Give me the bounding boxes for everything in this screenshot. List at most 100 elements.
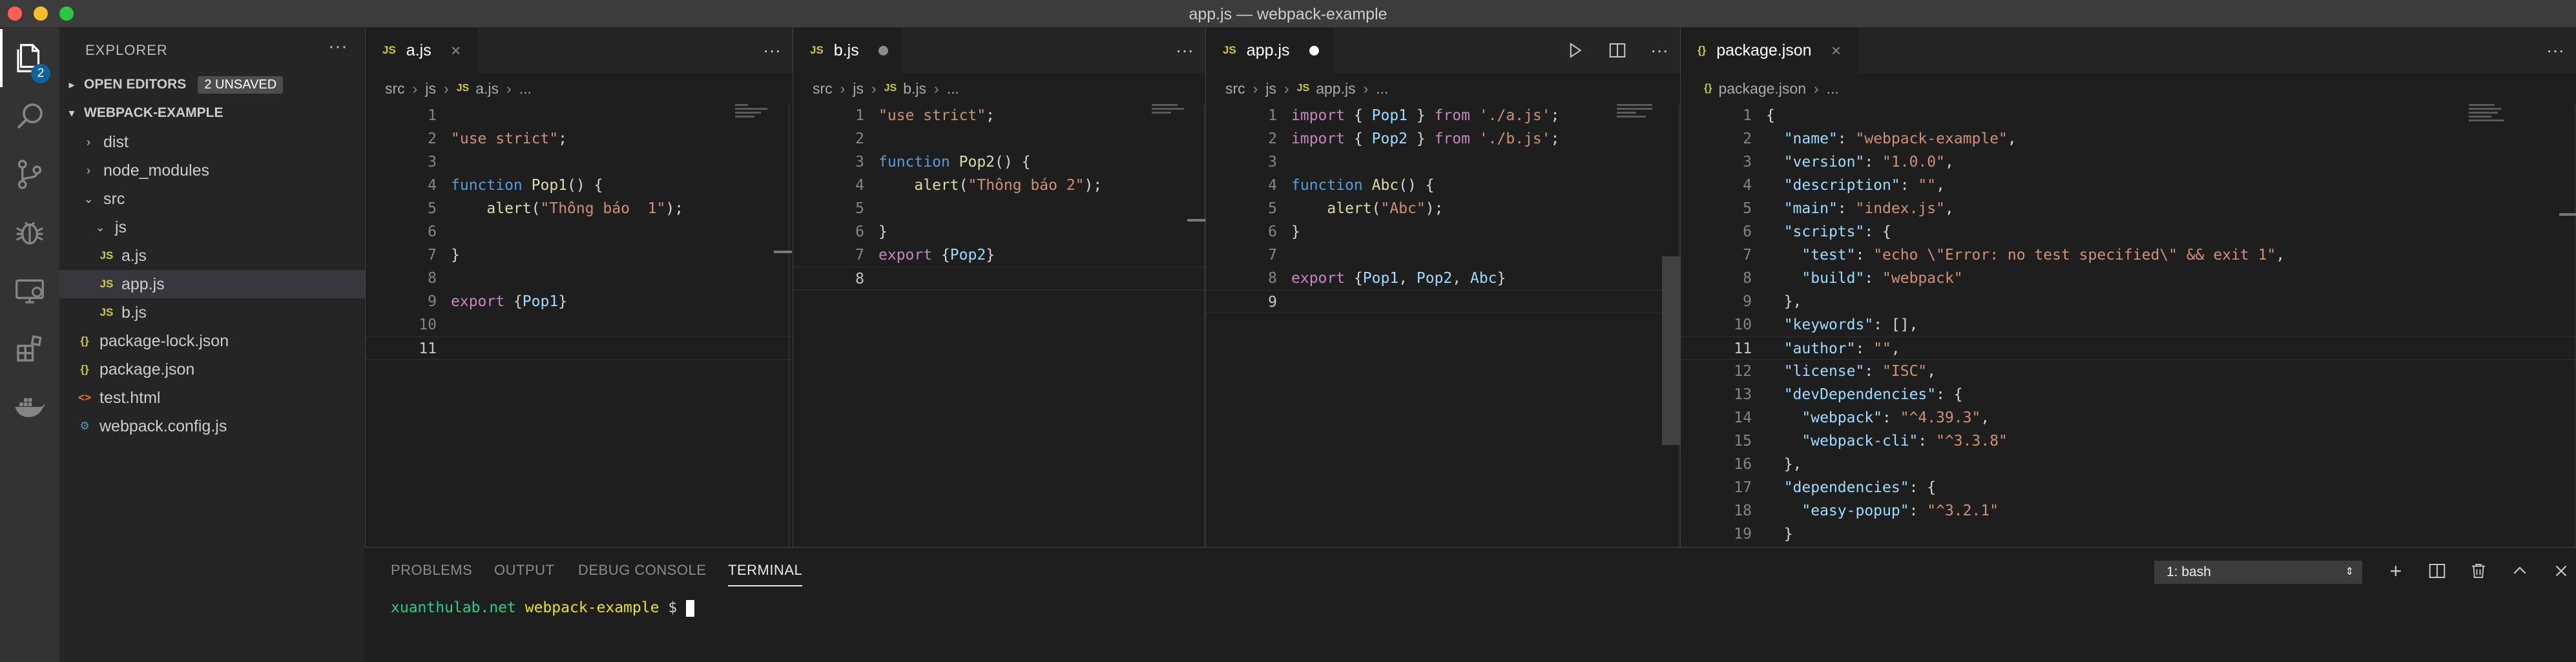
minimap[interactable]: [735, 104, 780, 143]
panel-tab-debug-console[interactable]: DEBUG CONSOLE: [578, 562, 706, 579]
code-line[interactable]: 5: [793, 197, 1205, 220]
close-tab-icon[interactable]: ×: [448, 41, 464, 61]
breadcrumb-item[interactable]: js: [1265, 80, 1276, 98]
code-line[interactable]: 17 "dependencies": {: [1681, 476, 2576, 499]
search-activity-button[interactable]: [0, 87, 59, 145]
tree-item-a-js[interactable]: JS a.js: [59, 242, 365, 270]
minimap[interactable]: [2469, 104, 2514, 143]
code-line[interactable]: 7 export {Pop2}: [793, 243, 1205, 267]
tree-item-dist[interactable]: › dist: [59, 128, 365, 156]
code-line[interactable]: 4 "description": "",: [1681, 174, 2576, 197]
code-line[interactable]: 16 },: [1681, 453, 2576, 476]
breadcrumb-item[interactable]: src: [813, 80, 833, 98]
maximize-panel-button[interactable]: [2506, 557, 2534, 585]
remote-explorer-activity-button[interactable]: [0, 262, 59, 320]
code-line[interactable]: 11 "author": "",: [1681, 336, 2576, 360]
split-terminal-button[interactable]: [2423, 557, 2451, 585]
tree-item-node-modules[interactable]: › node_modules: [59, 156, 365, 185]
tree-item-package-lock-json[interactable]: {} package-lock.json: [59, 327, 365, 355]
code-line[interactable]: 7: [1206, 243, 1680, 267]
code-line[interactable]: 6}: [793, 220, 1205, 243]
tree-item-b-js[interactable]: JS b.js: [59, 298, 365, 327]
code-line[interactable]: 9 export {Pop1}: [366, 290, 793, 313]
code-line[interactable]: 2: [793, 127, 1205, 150]
code-line[interactable]: 6}: [1206, 220, 1680, 243]
code-line[interactable]: 1{: [1681, 104, 2576, 127]
code-line[interactable]: 3 "version": "1.0.0",: [1681, 150, 2576, 174]
code-line[interactable]: 11: [366, 336, 793, 360]
tab-b-js[interactable]: JS b.js: [793, 28, 903, 73]
close-tab-icon[interactable]: ×: [1829, 41, 1844, 61]
more-actions-icon[interactable]: ···: [328, 36, 348, 57]
more-actions-icon[interactable]: ···: [1176, 40, 1194, 61]
terminal-output[interactable]: xuanthulab.net webpack-example $: [391, 599, 695, 617]
breadcrumb-item[interactable]: js: [853, 80, 864, 98]
tree-item-js-folder[interactable]: ⌄ js: [59, 213, 365, 242]
code-line[interactable]: 7}: [366, 243, 793, 267]
code-line[interactable]: 7 "test": "echo \"Error: no test specifi…: [1681, 243, 2576, 267]
project-section[interactable]: ▾ WEBPACK-EXAMPLE: [59, 99, 365, 127]
breadcrumb-item[interactable]: b.js: [903, 80, 926, 98]
tab-a-js[interactable]: JS a.js ×: [366, 28, 479, 73]
breadcrumb-item[interactable]: ...: [947, 80, 959, 98]
code-line[interactable]: 4 alert("Thông báo 2");: [793, 174, 1205, 197]
code-line[interactable]: 6: [366, 220, 793, 243]
code-line[interactable]: 18 "easy-popup": "^3.2.1": [1681, 499, 2576, 522]
code-line[interactable]: 8 "build": "webpack": [1681, 267, 2576, 290]
kill-terminal-button[interactable]: [2464, 557, 2493, 585]
close-panel-button[interactable]: [2547, 557, 2575, 585]
code-line[interactable]: 12 "license": "ISC",: [1681, 360, 2576, 383]
code-line[interactable]: 5 "main": "index.js",: [1681, 197, 2576, 220]
breadcrumb-item[interactable]: ...: [1827, 80, 1839, 98]
code-line[interactable]: 19 }: [1681, 522, 2576, 546]
breadcrumb-item[interactable]: app.js: [1316, 80, 1355, 98]
code-line[interactable]: 2 import { Pop2 } from './b.js';: [1206, 127, 1680, 150]
source-control-activity-button[interactable]: [0, 145, 59, 203]
docker-activity-button[interactable]: [0, 378, 59, 436]
code-line[interactable]: 1: [366, 104, 793, 127]
tab-app-js[interactable]: JS app.js: [1206, 28, 1334, 73]
scrollbar-thumb[interactable]: [1662, 256, 1680, 445]
open-editors-section[interactable]: ▸ OPEN EDITORS 2 UNSAVED: [59, 70, 365, 99]
tab-package-json[interactable]: {} package.json ×: [1681, 28, 1859, 73]
code-line[interactable]: 15 "webpack-cli": "^3.3.8": [1681, 429, 2576, 453]
code-line[interactable]: 14 "webpack": "^4.39.3",: [1681, 406, 2576, 429]
split-editor-icon[interactable]: [1608, 41, 1627, 60]
minimap[interactable]: [1617, 104, 1662, 143]
panel-tab-terminal[interactable]: TERMINAL: [728, 562, 803, 586]
panel-tab-output[interactable]: OUTPUT: [494, 562, 554, 579]
code-line[interactable]: 10 "keywords": [],: [1681, 313, 2576, 336]
code-line[interactable]: 5 alert("Thông báo 1");: [366, 197, 793, 220]
vertical-scrollbar[interactable]: [1204, 104, 1205, 547]
code-line[interactable]: 10: [366, 313, 793, 336]
tree-item-test-html[interactable]: <> test.html: [59, 384, 365, 412]
breadcrumb-item[interactable]: a.js: [475, 80, 499, 98]
breadcrumb-item[interactable]: ...: [1376, 80, 1388, 98]
code-line[interactable]: 3: [1206, 150, 1680, 174]
code-line[interactable]: 8: [793, 267, 1205, 290]
more-actions-icon[interactable]: ···: [763, 40, 781, 61]
code-line[interactable]: 13 "devDependencies": {: [1681, 383, 2576, 406]
code-line[interactable]: 5 alert("Abc");: [1206, 197, 1680, 220]
code-line[interactable]: 4 function Pop1() {: [366, 174, 793, 197]
debug-activity-button[interactable]: [0, 203, 59, 262]
breadcrumb-item[interactable]: src: [1225, 80, 1245, 98]
panel-tab-problems[interactable]: PROBLEMS: [391, 562, 472, 579]
code-line[interactable]: 9 },: [1681, 290, 2576, 313]
breadcrumb-item[interactable]: js: [425, 80, 436, 98]
code-line[interactable]: 4 function Abc() {: [1206, 174, 1680, 197]
more-actions-icon[interactable]: ···: [2546, 40, 2564, 61]
new-terminal-button[interactable]: +: [2382, 557, 2410, 585]
run-icon[interactable]: [1565, 41, 1584, 60]
code-line[interactable]: 1 "use strict";: [793, 104, 1205, 127]
breadcrumb-item[interactable]: package.json: [1718, 80, 1806, 98]
breadcrumb-item[interactable]: ...: [519, 80, 532, 98]
unsaved-dot-icon[interactable]: [1309, 45, 1319, 56]
tree-item-webpack-config-js[interactable]: ⚙ webpack.config.js: [59, 412, 365, 440]
more-actions-icon[interactable]: ···: [1650, 40, 1668, 61]
code-line[interactable]: 2 "name": "webpack-example",: [1681, 127, 2576, 150]
code-line[interactable]: 3: [366, 150, 793, 174]
code-line[interactable]: 6 "scripts": {: [1681, 220, 2576, 243]
extensions-activity-button[interactable]: [0, 320, 59, 378]
code-line[interactable]: 8 export {Pop1, Pop2, Abc}: [1206, 267, 1680, 290]
